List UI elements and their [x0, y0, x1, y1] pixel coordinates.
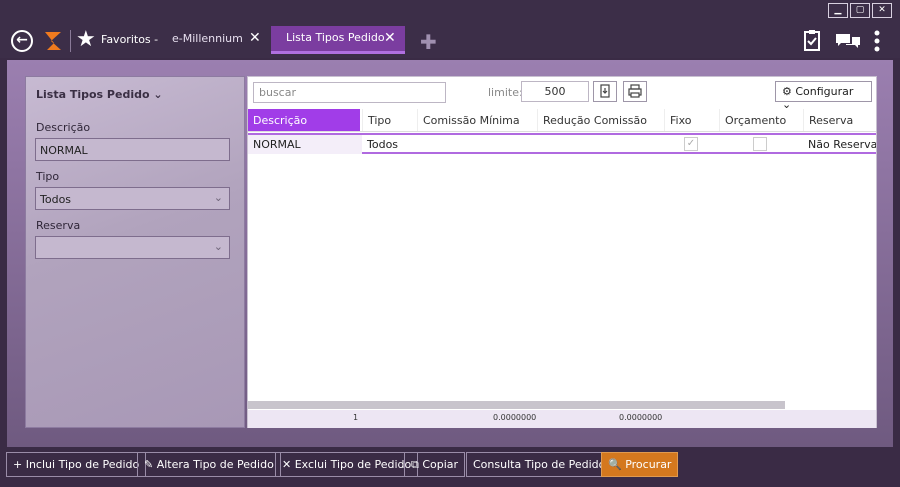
tipo-select[interactable]: Todos ⌄ [35, 187, 230, 210]
export-file-icon [600, 84, 610, 98]
chat-icon[interactable] [835, 33, 861, 49]
limit-label: limite: [488, 86, 523, 99]
cell-reserva: Não Reservar [808, 138, 876, 151]
search-input[interactable]: buscar [253, 82, 446, 103]
table-header: Descrição Tipo Comissão Mínima Redução C… [248, 109, 876, 132]
edit-icon: ✎ [144, 458, 157, 471]
grid-panel: buscar limite: 500 ⚙ Configurar ⌄ Descri… [247, 76, 877, 428]
cell-descricao: NORMAL [248, 135, 362, 154]
configurar-label: Configurar [795, 85, 854, 98]
inclui-label: Inclui Tipo de Pedido [25, 458, 140, 471]
favorites-menu[interactable]: Favoritos - [101, 33, 158, 46]
column-header-fixo[interactable]: Fixo [664, 109, 719, 131]
procurar-label: Procurar [625, 458, 672, 471]
minimize-button[interactable]: ▁ [828, 3, 848, 18]
filter-panel-title[interactable]: Lista Tipos Pedido ⌄ [36, 88, 163, 101]
reserva-label: Reserva [36, 219, 81, 232]
content-area: Lista Tipos Pedido ⌄ Descrição NORMAL Ti… [7, 60, 893, 447]
column-header-orcamento[interactable]: Orçamento [719, 109, 803, 131]
back-arrow-icon[interactable]: ← [11, 30, 33, 52]
plus-icon[interactable]: ✚ [420, 32, 437, 52]
table-footer: 1 0.0000000 0.0000000 [248, 410, 876, 428]
chevron-down-icon: ⌄ [153, 88, 163, 101]
cell-tipo: Todos [367, 138, 399, 151]
print-icon [628, 84, 642, 98]
topbar-divider [70, 30, 71, 52]
cell-reducao-comissao [537, 135, 664, 154]
altera-label: Altera Tipo de Pedido [156, 458, 274, 471]
delete-icon: ✕ [282, 458, 295, 471]
copiar-button[interactable]: ⧉ Copiar [404, 452, 466, 477]
star-icon[interactable]: ★ [76, 27, 96, 53]
filter-title-label: Lista Tipos Pedido [36, 88, 150, 101]
column-header-tipo[interactable]: Tipo [362, 109, 417, 131]
chevron-down-icon: ⌄ [213, 191, 223, 204]
descricao-label: Descrição [36, 121, 91, 134]
tipo-select-value: Todos [40, 193, 72, 206]
exclui-label: Exclui Tipo de Pedido [294, 458, 412, 471]
plus-icon: + [13, 458, 26, 471]
export-file-button[interactable] [593, 81, 617, 102]
table-row[interactable]: NORMAL Todos ✓ Não Reservar [248, 133, 876, 154]
limit-input[interactable]: 500 [521, 81, 589, 102]
tab-e-millennium[interactable]: e-Millennium [172, 32, 243, 45]
column-header-reducao-comissao[interactable]: Redução Comissão [537, 109, 664, 131]
action-bar: + Inclui Tipo de Pedido ✎ Altera Tipo de… [0, 449, 900, 487]
footer-reducao-total: 0.0000000 [619, 413, 663, 422]
column-header-descricao[interactable]: Descrição [248, 109, 360, 131]
tab-lista-tipos-pedido[interactable]: Lista Tipos Pedido ✕ [271, 26, 405, 54]
descricao-input[interactable]: NORMAL [35, 138, 230, 161]
print-button[interactable] [623, 81, 647, 102]
clipboard-check-icon[interactable] [804, 29, 820, 51]
top-bar: ← ★ Favoritos - e-Millennium ✕ Lista Tip… [0, 22, 900, 58]
cell-comissao-minima [417, 135, 537, 154]
horizontal-scrollbar[interactable] [248, 401, 785, 409]
fixo-checkbox[interactable]: ✓ [684, 137, 698, 151]
more-vertical-icon[interactable] [874, 30, 880, 52]
configurar-button[interactable]: ⚙ Configurar ⌄ [775, 81, 872, 111]
column-header-comissao-minima[interactable]: Comissão Mínima [417, 109, 537, 131]
filter-panel: Lista Tipos Pedido ⌄ Descrição NORMAL Ti… [25, 76, 245, 428]
close-window-button[interactable]: ✕ [872, 3, 892, 18]
consulta-button[interactable]: Consulta Tipo de Pedido [466, 452, 613, 477]
footer-count: 1 [353, 413, 359, 422]
maximize-button[interactable]: ▢ [850, 3, 870, 18]
chevron-down-icon: ⌄ [213, 240, 223, 253]
close-icon[interactable]: ✕ [249, 30, 261, 46]
copiar-label: Copiar [422, 458, 459, 471]
procurar-button[interactable]: 🔍 Procurar [601, 452, 679, 477]
app-logo-icon [45, 32, 61, 50]
column-header-reserva[interactable]: Reserva [803, 109, 876, 131]
close-icon[interactable]: ✕ [384, 30, 396, 46]
search-icon: 🔍 [608, 458, 626, 471]
gear-icon: ⚙ [782, 85, 796, 98]
copy-icon: ⧉ [411, 458, 423, 471]
reserva-select[interactable]: ⌄ [35, 236, 230, 259]
inclui-button[interactable]: + Inclui Tipo de Pedido [6, 452, 147, 477]
exclui-button[interactable]: ✕ Exclui Tipo de Pedido [275, 452, 419, 477]
orcamento-checkbox[interactable] [753, 137, 767, 151]
tipo-label: Tipo [36, 170, 60, 183]
footer-comissao-total: 0.0000000 [493, 413, 537, 422]
tab-label: Lista Tipos Pedido [286, 31, 385, 44]
consulta-label: Consulta Tipo de Pedido [473, 458, 606, 471]
altera-button[interactable]: ✎ Altera Tipo de Pedido [137, 452, 281, 477]
title-bar: ▁ ▢ ✕ [0, 0, 900, 22]
